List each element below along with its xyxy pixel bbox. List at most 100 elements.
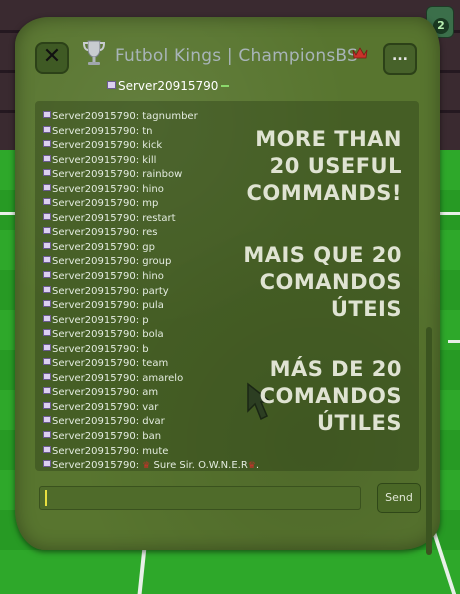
message-sender: Server20915790: [52,445,140,457]
chat-message: Server20915790: dvar [43,415,259,430]
message-text: pula [142,300,164,312]
message-sender: Server20915790: [52,314,140,326]
message-text: bola [142,329,164,341]
flag-icon [43,285,51,293]
chat-message: Server20915790: group [43,255,259,270]
promo-line: MAIS QUE 20 [243,243,402,267]
message-text: kill [142,154,157,166]
chat-message: Server20915790: kill [43,154,259,169]
message-text: res [142,227,158,239]
chat-message: Server20915790: gp [43,241,259,256]
chat-message: Server20915790: am [43,386,259,401]
more-options-button[interactable]: ... [383,43,417,75]
message-text: hino [142,271,164,283]
promo-portuguese: MAIS QUE 20 COMANDOS ÚTEIS [243,242,402,323]
promo-english: MORE THAN 20 USEFUL COMMANDS! [246,126,402,207]
message-text: am [142,387,159,399]
chat-message: Server20915790: bola [43,328,259,343]
message-text: tagnumber [142,111,198,122]
flag-icon [43,401,51,409]
chat-message: Server20915790: tagnumber [43,110,259,125]
message-text: gp [142,241,155,253]
chat-message: Server20915790: ♛ Sure Sir. O.W.N.E.R♛. [43,459,259,474]
message-sender: Server20915790: [52,256,140,268]
flag-icon [107,81,116,89]
message-list: Server20915790: tagnumber Server20915790… [43,110,259,474]
message-sender: Server20915790: [52,271,140,283]
chat-input[interactable] [39,486,361,510]
message-sender: Server20915790: [52,285,140,297]
message-sender: Server20915790: [52,227,140,239]
chat-message: Server20915790: mp [43,197,259,212]
flag-icon [43,256,51,264]
chat-message: Server20915790: rainbow [43,168,259,183]
flag-icon [43,198,51,206]
more-icon: ... [392,48,408,64]
flag-icon [43,372,51,380]
message-text: mute [142,445,169,457]
crown-icon: ♛ [142,461,151,472]
text-caret [45,490,47,506]
flag-icon [43,154,51,162]
flag-icon [43,241,51,249]
flag-icon [43,212,51,220]
pitch-line [448,340,460,343]
message-text: hino [142,183,164,195]
chat-message: Server20915790: tn [43,125,259,140]
message-text: restart [142,212,176,224]
trophy-icon [82,40,106,65]
flag-icon [43,111,51,118]
chat-message: Server20915790: hino [43,183,259,198]
message-sender: Server20915790: [52,372,140,384]
promo-line: COMANDOS [259,270,402,294]
flag-icon [43,169,51,177]
message-text: mp [142,198,159,210]
message-sender: Server20915790: [52,169,140,181]
message-text: p [142,314,149,326]
message-sender: Server20915790: [52,329,140,341]
chat-message: Server20915790: b [43,343,259,358]
chat-message: Server20915790: amarelo [43,372,259,387]
message-sender: Server20915790: [52,460,140,472]
send-button[interactable]: Send [377,483,421,513]
promo-line: MORE THAN [255,127,402,151]
flag-icon [43,431,51,439]
flag-icon [43,358,51,366]
chat-message: Server20915790: pula [43,299,259,314]
chat-window: ✕ Futbol Kings | ChampionsBS ... Server2… [15,17,440,555]
message-text: dvar [142,416,165,428]
message-sender: Server20915790: [52,300,140,312]
promo-line: COMANDOS [259,384,402,408]
message-text: Sure Sir. O.W.N.E.R [153,460,248,472]
flag-icon [43,343,51,351]
message-text: rainbow [142,169,183,181]
flag-icon [43,460,51,468]
status-indicator [221,85,230,87]
message-sender: Server20915790: [52,212,140,224]
message-sender: Server20915790: [52,111,140,122]
promo-line: ÚTEIS [330,297,402,321]
window-title: Futbol Kings | ChampionsBS [115,46,358,66]
close-button[interactable]: ✕ [35,42,69,74]
flag-icon [43,140,51,148]
crown-icon: ♛ [247,461,256,472]
chat-message: Server20915790: p [43,314,259,329]
message-sender: Server20915790: [52,431,140,443]
chat-scrollbar[interactable] [426,327,432,555]
message-text: tn [142,125,153,137]
message-sender: Server20915790: [52,387,140,399]
message-sender: Server20915790: [52,140,140,152]
message-sender: Server20915790: [52,358,140,370]
chat-message: Server20915790: mute [43,445,259,460]
message-sender: Server20915790: [52,198,140,210]
flag-icon [43,445,51,453]
close-icon: ✕ [42,44,62,69]
promo-line: COMMANDS! [246,181,402,205]
flag-icon [43,387,51,395]
flag-icon [43,416,51,424]
message-text: var [142,401,159,413]
message-sender: Server20915790: [52,125,140,137]
message-sender: Server20915790: [52,343,140,355]
chat-message: Server20915790: restart [43,212,259,227]
promo-spanish: MÁS DE 20 COMANDOS ÚTILES [260,356,402,437]
